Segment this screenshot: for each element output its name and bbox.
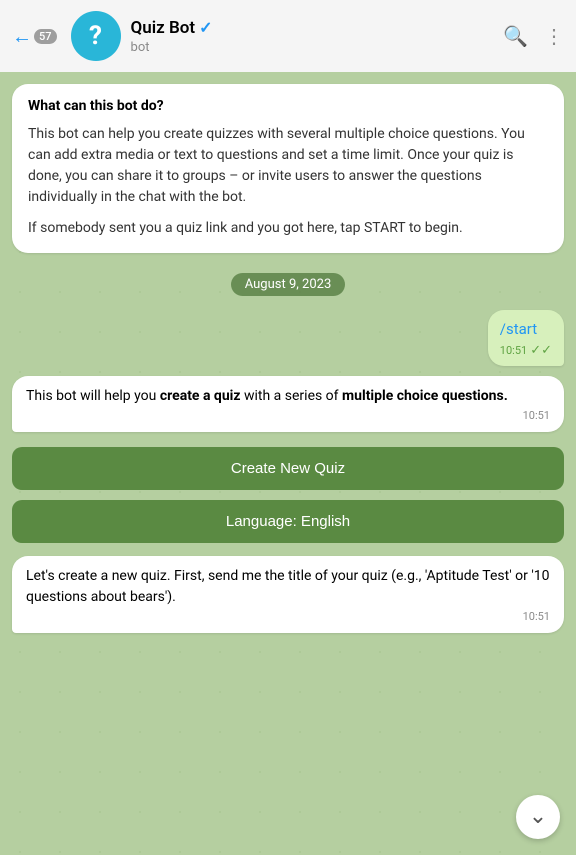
- message-row-bot-reply-2: Let's create a new quiz. First, send me …: [12, 556, 564, 635]
- bot-reply-2-text: Let's create a new quiz. First, send me …: [26, 566, 550, 608]
- search-button[interactable]: 🔍: [503, 24, 528, 48]
- unread-badge: 57: [34, 29, 57, 44]
- scroll-down-button[interactable]: ⌄: [516, 795, 560, 839]
- bot-reply-2-bubble: Let's create a new quiz. First, send me …: [12, 556, 564, 633]
- info-bubble-title: What can this bot do?: [28, 98, 548, 114]
- bot-name-row: Quiz Bot ✓: [131, 18, 504, 38]
- bot-name-text: Quiz Bot: [131, 18, 196, 38]
- bot-status: bot: [131, 40, 504, 55]
- language-english-button[interactable]: Language: English: [12, 500, 564, 543]
- sent-bubble-start: /start 10:51 ✓✓: [488, 310, 564, 366]
- bot-reply-1-time: 10:51: [26, 409, 550, 422]
- date-separator: August 9, 2023: [12, 273, 564, 296]
- header-actions: 🔍 ⋮: [503, 24, 564, 48]
- info-bubble-body: This bot can help you create quizzes wit…: [28, 124, 548, 239]
- chat-background: What can this bot do? This bot can help …: [0, 72, 576, 855]
- bot-reply-2-time-text: 10:51: [523, 610, 550, 623]
- bot-info-bubble: What can this bot do? This bot can help …: [12, 84, 564, 253]
- bot-reply-1-text: This bot will help you create a quiz wit…: [26, 386, 550, 407]
- info-paragraph-1: This bot can help you create quizzes wit…: [28, 124, 548, 208]
- action-buttons: Create New Quiz Language: English: [12, 444, 564, 546]
- command-slash-start: /start: [500, 320, 537, 338]
- more-options-button[interactable]: ⋮: [544, 24, 564, 48]
- avatar-icon: ?: [89, 23, 102, 49]
- read-receipts: ✓✓: [530, 343, 552, 358]
- chevron-down-icon: ⌄: [529, 806, 547, 828]
- bold-create-quiz: create a quiz: [160, 388, 241, 404]
- create-new-quiz-button[interactable]: Create New Quiz: [12, 447, 564, 490]
- date-badge-text: August 9, 2023: [231, 273, 346, 296]
- back-button[interactable]: ← 57: [12, 24, 57, 49]
- chat-header: ← 57 ? Quiz Bot ✓ bot 🔍 ⋮: [0, 0, 576, 72]
- message-row-start: /start 10:51 ✓✓: [12, 310, 564, 366]
- start-message-time: 10:51 ✓✓: [500, 343, 552, 358]
- bot-reply-1-bubble: This bot will help you create a quiz wit…: [12, 376, 564, 432]
- start-time-text: 10:51: [500, 344, 527, 357]
- back-arrow-icon: ←: [12, 24, 32, 49]
- info-paragraph-2: If somebody sent you a quiz link and you…: [28, 218, 548, 239]
- bot-reply-2-time: 10:51: [26, 610, 550, 623]
- start-command-text: /start: [500, 318, 552, 341]
- verified-icon: ✓: [199, 18, 212, 37]
- bot-avatar[interactable]: ?: [71, 11, 121, 61]
- chat-messages-list: What can this bot do? This bot can help …: [0, 72, 576, 855]
- bot-reply-1-time-text: 10:51: [523, 409, 550, 422]
- header-info: Quiz Bot ✓ bot: [131, 18, 504, 55]
- bold-multiple-choice: multiple choice questions.: [342, 388, 508, 404]
- message-row-bot-reply-1: This bot will help you create a quiz wit…: [12, 376, 564, 434]
